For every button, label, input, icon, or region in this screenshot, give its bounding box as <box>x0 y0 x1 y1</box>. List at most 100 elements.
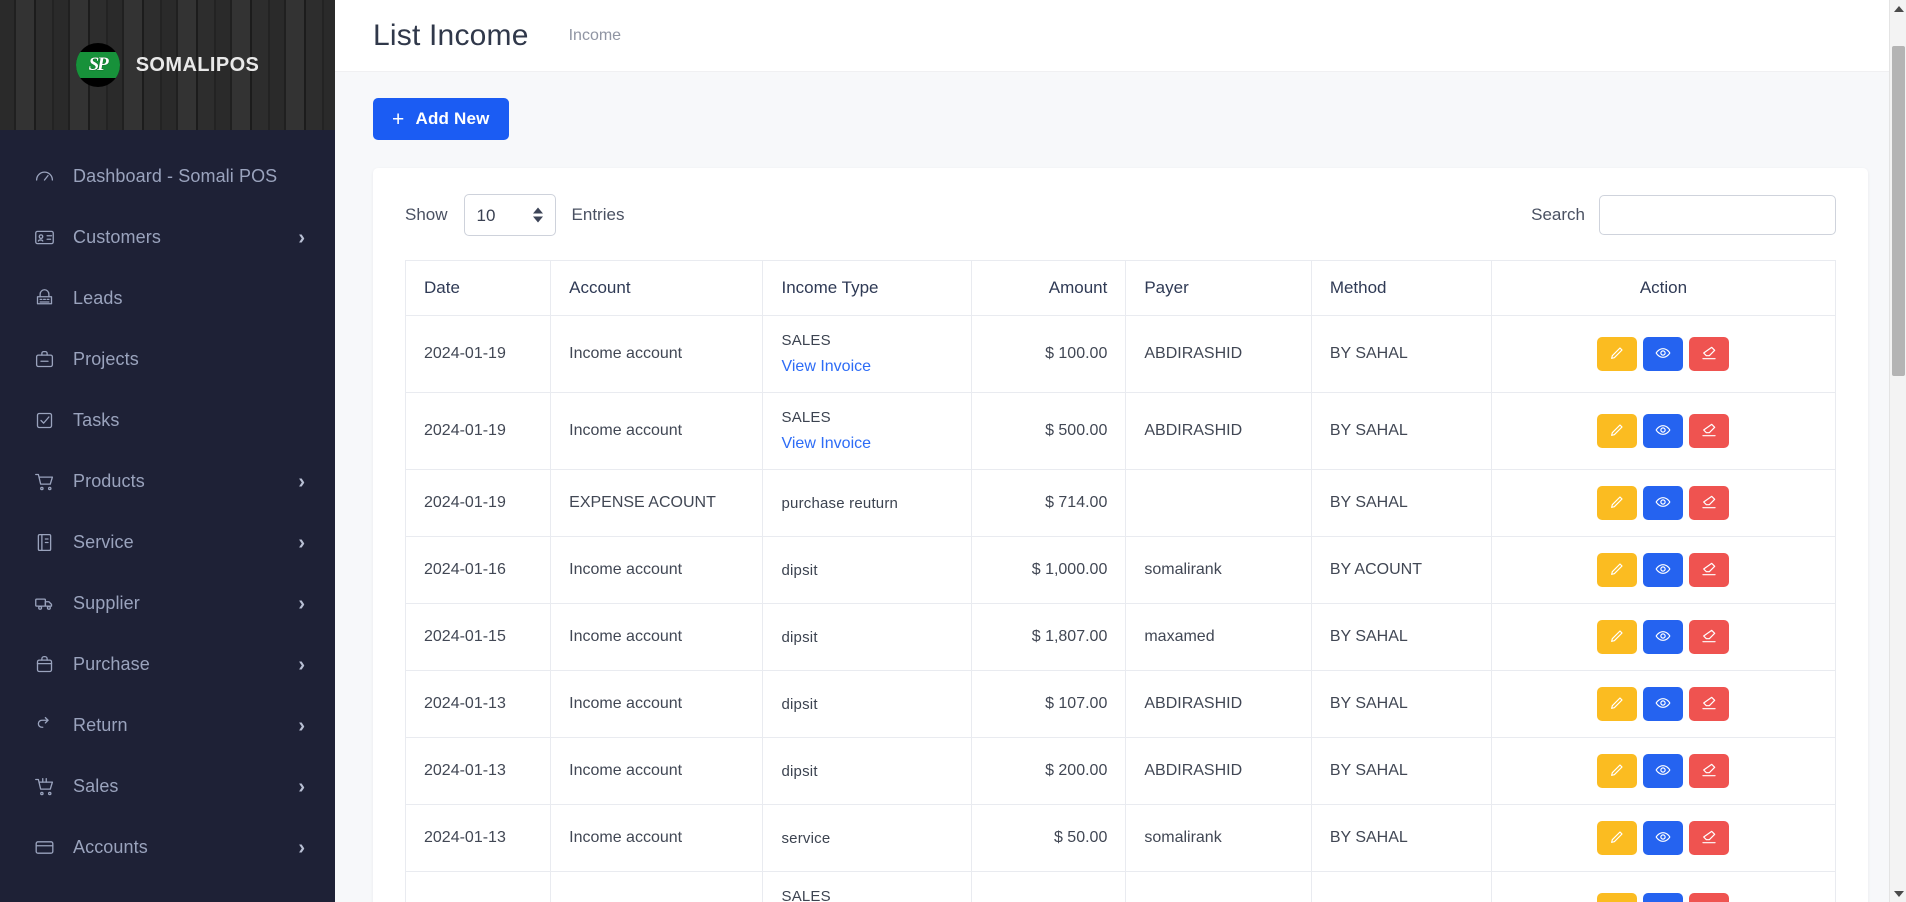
delete-button[interactable] <box>1689 337 1730 371</box>
scrollbar-thumb[interactable] <box>1892 46 1905 376</box>
sidebar-item-supplier[interactable]: Supplier › <box>0 573 335 634</box>
cell-payer: ABDIRASHID <box>1125 392 1312 470</box>
table-row: 2024-01-19 EXPENSE ACOUNT purchase reuturn… <box>404 469 1837 537</box>
sidebar-item-customers[interactable]: Customers › <box>0 207 335 268</box>
edit-button[interactable] <box>1597 687 1638 721</box>
edit-button[interactable] <box>1597 754 1638 788</box>
income-type-value: dipsit <box>781 628 818 646</box>
column-header-method[interactable]: Method <box>1310 260 1492 316</box>
cell-method: BY SAHAL <box>1310 804 1492 872</box>
edit-button[interactable] <box>1597 893 1638 902</box>
row-actions <box>1510 687 1817 721</box>
sidebar-item-tasks[interactable]: Tasks <box>0 390 335 451</box>
row-actions <box>1510 754 1817 788</box>
page-scrollbar[interactable] <box>1889 0 1906 902</box>
view-button[interactable] <box>1643 414 1684 448</box>
scroll-up-icon[interactable] <box>1890 0 1906 17</box>
view-button[interactable] <box>1643 821 1684 855</box>
edit-button[interactable] <box>1597 821 1638 855</box>
delete-button[interactable] <box>1689 553 1730 587</box>
eraser-icon <box>1701 561 1717 580</box>
pencil-icon <box>1609 422 1625 441</box>
cell-payer: maxamed <box>1125 603 1312 671</box>
income-type-value: dipsit <box>781 561 818 579</box>
view-invoice-link[interactable]: View Invoice <box>781 358 952 376</box>
show-entries-group: Show 102550100 Entries <box>405 194 624 236</box>
brand-logo-icon: SP <box>75 43 120 87</box>
view-button[interactable] <box>1643 687 1684 721</box>
eraser-icon <box>1701 762 1717 781</box>
cell-amount: $ 500.00 <box>970 392 1127 470</box>
delete-button[interactable] <box>1689 486 1730 520</box>
cell-income-type: SALES View Invoice <box>762 392 972 470</box>
cell-payer: ABDIRASHID <box>1125 871 1312 902</box>
customers-icon <box>34 227 60 248</box>
return-icon <box>34 715 60 736</box>
income-type-value: purchase reuturn <box>781 494 899 512</box>
eye-icon <box>1655 829 1671 848</box>
cell-account: Income account <box>550 603 764 671</box>
cell-method: BY SAHAL <box>1310 737 1492 805</box>
cell-method: BY ACOUNT <box>1310 536 1492 604</box>
view-invoice-link[interactable]: View Invoice <box>781 435 952 453</box>
eye-icon <box>1655 345 1671 364</box>
sidebar-brand[interactable]: SP SOMALIPOS <box>0 0 335 130</box>
column-header-amount[interactable]: Amount <box>970 260 1127 316</box>
entries-select[interactable]: 102550100 <box>463 194 556 236</box>
edit-button[interactable] <box>1597 486 1638 520</box>
sidebar-item-projects[interactable]: Projects <box>0 329 335 390</box>
column-header-income-type[interactable]: Income Type <box>762 260 972 316</box>
edit-button[interactable] <box>1597 414 1638 448</box>
sidebar-item-sales[interactable]: Sales › <box>0 756 335 817</box>
view-button[interactable] <box>1643 337 1684 371</box>
delete-button[interactable] <box>1689 620 1730 654</box>
income-type-value: dipsit <box>781 695 818 713</box>
cell-amount: $ 1,000.00 <box>970 536 1127 604</box>
view-button[interactable] <box>1643 553 1684 587</box>
cell-payer: somalirank <box>1125 536 1312 604</box>
view-button[interactable] <box>1643 620 1684 654</box>
chevron-right-icon: › <box>298 836 305 859</box>
chevron-right-icon: › <box>298 226 305 249</box>
cell-amount: $ 100.00 <box>970 315 1127 393</box>
view-button[interactable] <box>1643 486 1684 520</box>
sidebar-item-purchase[interactable]: Purchase › <box>0 634 335 695</box>
entries-select-wrap[interactable]: 102550100 <box>463 194 556 236</box>
row-actions <box>1510 821 1817 855</box>
edit-button[interactable] <box>1597 337 1638 371</box>
sidebar-item-dashboard-somali-pos[interactable]: Dashboard - Somali POS <box>0 146 335 207</box>
entries-label: Entries <box>571 205 625 224</box>
edit-button[interactable] <box>1597 620 1638 654</box>
delete-button[interactable] <box>1689 687 1730 721</box>
sidebar-item-leads[interactable]: Leads <box>0 268 335 329</box>
column-header-action[interactable]: Action <box>1490 260 1837 316</box>
income-table-card: Show 102550100 Entries Search <box>373 168 1868 902</box>
column-header-payer[interactable]: Payer <box>1125 260 1312 316</box>
delete-button[interactable] <box>1689 821 1730 855</box>
sidebar-item-accounts[interactable]: Accounts › <box>0 817 335 878</box>
column-header-account[interactable]: Account <box>550 260 764 316</box>
products-icon <box>34 471 60 492</box>
sidebar-item-products[interactable]: Products › <box>0 451 335 512</box>
table-row: 2024-01-16 Income account dipsit $ 1,000.00… <box>404 536 1837 604</box>
cell-income-type: service <box>762 804 972 872</box>
delete-button[interactable] <box>1689 893 1730 902</box>
chevron-right-icon: › <box>298 531 305 554</box>
search-input[interactable] <box>1599 195 1836 235</box>
cell-amount: $ 107.00 <box>970 670 1127 738</box>
view-button[interactable] <box>1643 754 1684 788</box>
sidebar-item-return[interactable]: Return › <box>0 695 335 756</box>
scroll-down-icon[interactable] <box>1890 885 1906 902</box>
cell-payer: ABDIRASHID <box>1125 737 1312 805</box>
edit-button[interactable] <box>1597 553 1638 587</box>
view-button[interactable] <box>1643 893 1684 902</box>
income-type-value: SALES <box>781 332 831 349</box>
delete-button[interactable] <box>1689 414 1730 448</box>
sidebar-item-service[interactable]: Service › <box>0 512 335 573</box>
cell-action <box>1490 603 1837 671</box>
delete-button[interactable] <box>1689 754 1730 788</box>
cell-date: 2024-01-19 <box>404 392 552 470</box>
column-header-date[interactable]: Date <box>404 260 552 316</box>
add-new-button[interactable]: + Add New <box>373 98 509 140</box>
cell-payer: ABDIRASHID <box>1125 315 1312 393</box>
